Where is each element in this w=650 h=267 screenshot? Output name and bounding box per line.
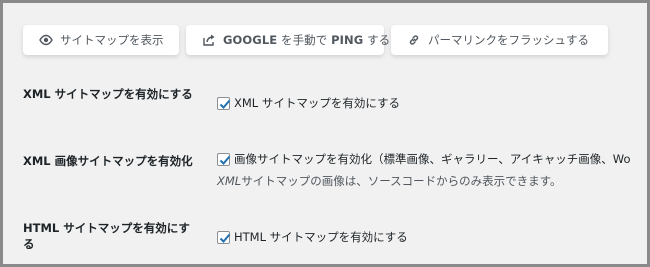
share-icon bbox=[202, 33, 216, 47]
html-sitemap-checkbox-label: HTML サイトマップを有効にする bbox=[234, 230, 408, 244]
ping-google-label: GOOGLE を手動で PING する bbox=[223, 33, 391, 47]
eye-icon bbox=[39, 33, 53, 47]
link-icon bbox=[407, 33, 421, 47]
html-sitemap-checkbox[interactable] bbox=[217, 230, 231, 244]
html-sitemap-option[interactable]: HTML サイトマップを有効にする bbox=[217, 229, 408, 245]
html-sitemap-label: HTML サイトマップを有効にする bbox=[23, 221, 190, 251]
sitemap-toolbar: サイトマップを表示 GOOGLE を手動で PING する パーマリンクをフラッ… bbox=[23, 25, 608, 55]
xml-sitemap-checkbox[interactable] bbox=[217, 96, 231, 110]
ping-google-button[interactable]: GOOGLE を手動で PING する bbox=[186, 25, 390, 55]
view-sitemap-label: サイトマップを表示 bbox=[60, 33, 164, 47]
image-sitemap-option[interactable]: 画像サイトマップを有効化（標準画像、ギャラリー、アイキャッチ画像、Wo bbox=[217, 151, 631, 167]
flush-permalinks-label: パーマリンクをフラッシュする bbox=[428, 33, 589, 47]
view-sitemap-button[interactable]: サイトマップを表示 bbox=[23, 25, 179, 55]
image-sitemap-checkbox-label: 画像サイトマップを有効化（標準画像、ギャラリー、アイキャッチ画像、Wo bbox=[234, 152, 631, 166]
checkmark-icon bbox=[219, 155, 231, 165]
xml-sitemap-option[interactable]: XML サイトマップを有効にする bbox=[217, 95, 400, 111]
flush-permalinks-button[interactable]: パーマリンクをフラッシュする bbox=[391, 25, 608, 55]
image-sitemap-checkbox[interactable] bbox=[217, 152, 231, 166]
checkmark-icon bbox=[219, 233, 231, 243]
checkmark-icon bbox=[219, 99, 231, 109]
image-sitemap-description: XMLサイトマップの画像は、ソースコードからのみ表示できます。 bbox=[217, 174, 562, 188]
image-sitemap-label: XML 画像サイトマップを有効化 bbox=[23, 154, 193, 168]
xml-sitemap-checkbox-label: XML サイトマップを有効にする bbox=[234, 96, 400, 110]
xml-sitemap-label: XML サイトマップを有効にする bbox=[23, 87, 193, 101]
settings-panel: サイトマップを表示 GOOGLE を手動で PING する パーマリンクをフラッ… bbox=[0, 0, 650, 267]
